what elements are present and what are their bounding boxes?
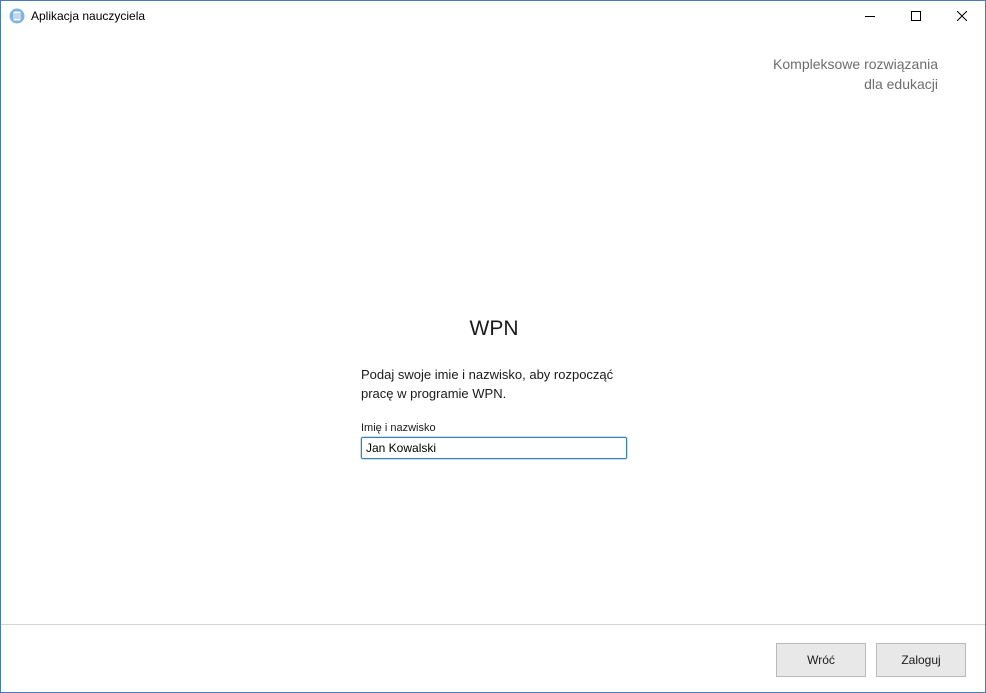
close-icon [956, 8, 968, 26]
login-button[interactable]: Zaloguj [876, 643, 966, 677]
back-button[interactable]: Wróć [776, 643, 866, 677]
app-book-icon [9, 8, 25, 24]
maximize-icon [911, 8, 921, 26]
instruction-text: Podaj swoje imie i nazwisko, aby rozpocz… [361, 365, 631, 403]
title-bar[interactable]: Aplikacja nauczyciela [1, 1, 985, 32]
tagline: Kompleksowe rozwiązania dla edukacji [773, 54, 938, 94]
tagline-line-1: Kompleksowe rozwiązania [773, 56, 938, 72]
name-input[interactable] [361, 437, 627, 459]
close-button[interactable] [939, 1, 985, 32]
tagline-line-2: dla edukacji [864, 76, 938, 92]
minimize-icon [865, 8, 875, 26]
app-window: Aplikacja nauczyciela Kompleksowe rozwią… [0, 0, 986, 693]
minimize-button[interactable] [847, 1, 893, 32]
page-title: WPN [469, 317, 519, 340]
instruction-line-1: Podaj swoje imie i nazwisko, aby rozpocz… [361, 367, 614, 382]
maximize-button[interactable] [893, 1, 939, 32]
footer-divider [1, 624, 985, 625]
window-title: Aplikacja nauczyciela [31, 9, 146, 23]
name-field-label: Imię i nazwisko [361, 422, 436, 434]
instruction-line-2: pracę w programie WPN. [361, 386, 507, 401]
